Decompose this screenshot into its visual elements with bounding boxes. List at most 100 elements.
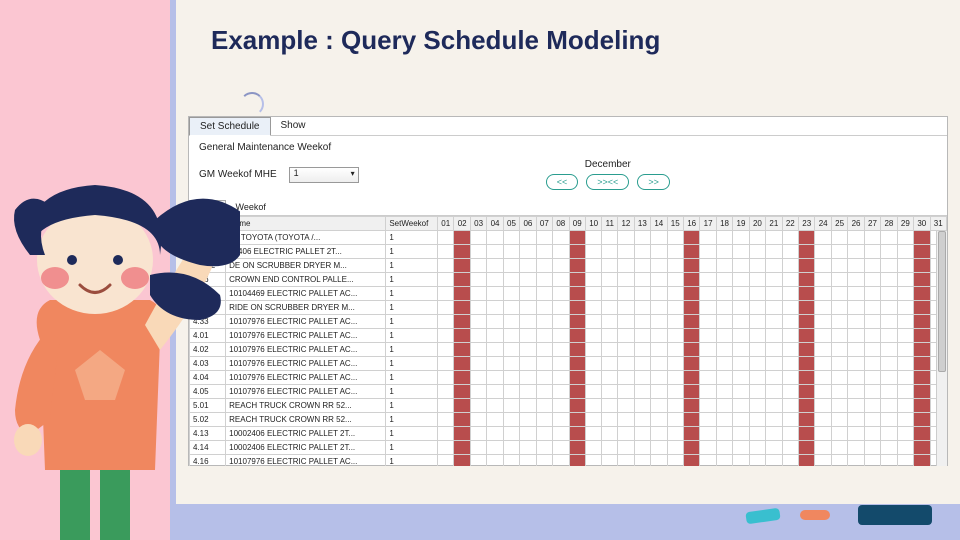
- cell-day[interactable]: [799, 413, 815, 427]
- cell-day[interactable]: [536, 343, 552, 357]
- cell-day[interactable]: [831, 385, 847, 399]
- cell-day[interactable]: [667, 315, 683, 329]
- cell-day[interactable]: [881, 287, 897, 301]
- cell-day[interactable]: [766, 455, 782, 467]
- cell-day[interactable]: [848, 259, 864, 273]
- cell-day[interactable]: [766, 399, 782, 413]
- cell-day[interactable]: [651, 287, 667, 301]
- cell-day[interactable]: [716, 231, 732, 245]
- cell-day[interactable]: [782, 301, 798, 315]
- cell-day[interactable]: [667, 245, 683, 259]
- cell-day[interactable]: [848, 343, 864, 357]
- cell-day[interactable]: [799, 273, 815, 287]
- cell-day[interactable]: [553, 301, 569, 315]
- cell-day[interactable]: [864, 413, 880, 427]
- cell-day[interactable]: [667, 455, 683, 467]
- cell-day[interactable]: [914, 231, 930, 245]
- cell-day[interactable]: [520, 287, 536, 301]
- cell-name[interactable]: 10107976 ELECTRIC PALLET AC...: [226, 385, 386, 399]
- cell-day[interactable]: [634, 329, 650, 343]
- cell-day[interactable]: [618, 357, 634, 371]
- cell-day[interactable]: [569, 399, 585, 413]
- cell-day[interactable]: [782, 385, 798, 399]
- cell-day[interactable]: [914, 343, 930, 357]
- cell-day[interactable]: [454, 273, 470, 287]
- cell-day[interactable]: [881, 301, 897, 315]
- cell-day[interactable]: [503, 301, 519, 315]
- cell-day[interactable]: [634, 245, 650, 259]
- cell-day[interactable]: [553, 399, 569, 413]
- cell-day[interactable]: [553, 357, 569, 371]
- cell-day[interactable]: [716, 315, 732, 329]
- cell-day[interactable]: [766, 315, 782, 329]
- cell-day[interactable]: [651, 343, 667, 357]
- cell-day[interactable]: [667, 287, 683, 301]
- cell-day[interactable]: [716, 385, 732, 399]
- cell-day[interactable]: [651, 231, 667, 245]
- cell-day[interactable]: [881, 231, 897, 245]
- cell-day[interactable]: [470, 231, 486, 245]
- cell-day[interactable]: [470, 357, 486, 371]
- day-10[interactable]: 10: [585, 217, 601, 231]
- cell-day[interactable]: [602, 441, 618, 455]
- cell-day[interactable]: [602, 413, 618, 427]
- cell-day[interactable]: [487, 385, 503, 399]
- cell-day[interactable]: [585, 329, 601, 343]
- cell-day[interactable]: [782, 399, 798, 413]
- cell-day[interactable]: [815, 427, 831, 441]
- cell-day[interactable]: [897, 357, 913, 371]
- cell-day[interactable]: [799, 455, 815, 467]
- cell-day[interactable]: [782, 413, 798, 427]
- cell-day[interactable]: [700, 343, 716, 357]
- cell-day[interactable]: [585, 441, 601, 455]
- cell-name[interactable]: 10104469 ELECTRIC PALLET AC...: [226, 287, 386, 301]
- cell-day[interactable]: [470, 287, 486, 301]
- cell-day[interactable]: [799, 245, 815, 259]
- prev-button[interactable]: <<: [546, 174, 579, 190]
- cell-day[interactable]: [766, 231, 782, 245]
- cell-day[interactable]: [716, 259, 732, 273]
- cell-day[interactable]: [831, 287, 847, 301]
- day-25[interactable]: 25: [831, 217, 847, 231]
- cell-day[interactable]: [815, 371, 831, 385]
- cell-day[interactable]: [569, 329, 585, 343]
- cell-day[interactable]: [667, 441, 683, 455]
- cell-name[interactable]: 02406 ELECTRIC PALLET 2T...: [226, 245, 386, 259]
- cell-day[interactable]: [487, 231, 503, 245]
- cell-day[interactable]: [470, 343, 486, 357]
- cell-day[interactable]: [897, 315, 913, 329]
- cell-day[interactable]: [618, 273, 634, 287]
- cell-day[interactable]: [454, 245, 470, 259]
- day-05[interactable]: 05: [503, 217, 519, 231]
- cell-name[interactable]: 10002406 ELECTRIC PALLET 2T...: [226, 441, 386, 455]
- cell-day[interactable]: [667, 385, 683, 399]
- cell-day[interactable]: [700, 301, 716, 315]
- cell-day[interactable]: [438, 287, 454, 301]
- cell-day[interactable]: [667, 259, 683, 273]
- cell-day[interactable]: [569, 231, 585, 245]
- cell-day[interactable]: [454, 315, 470, 329]
- cell-day[interactable]: [848, 413, 864, 427]
- cell-name[interactable]: 10107976 ELECTRIC PALLET AC...: [226, 315, 386, 329]
- cell-sw[interactable]: 1: [386, 245, 438, 259]
- cell-day[interactable]: [536, 385, 552, 399]
- cell-day[interactable]: [733, 259, 749, 273]
- cell-day[interactable]: [683, 427, 699, 441]
- cell-day[interactable]: [897, 427, 913, 441]
- cell-day[interactable]: [520, 455, 536, 467]
- cell-day[interactable]: [520, 259, 536, 273]
- cell-day[interactable]: [585, 231, 601, 245]
- cell-day[interactable]: [864, 245, 880, 259]
- cell-day[interactable]: [683, 245, 699, 259]
- cell-day[interactable]: [782, 231, 798, 245]
- cell-day[interactable]: [766, 427, 782, 441]
- cell-day[interactable]: [683, 301, 699, 315]
- cell-day[interactable]: [536, 259, 552, 273]
- cell-day[interactable]: [733, 315, 749, 329]
- cell-day[interactable]: [503, 329, 519, 343]
- cell-day[interactable]: [569, 427, 585, 441]
- day-21[interactable]: 21: [766, 217, 782, 231]
- cell-day[interactable]: [536, 329, 552, 343]
- cell-day[interactable]: [602, 399, 618, 413]
- cell-day[interactable]: [618, 287, 634, 301]
